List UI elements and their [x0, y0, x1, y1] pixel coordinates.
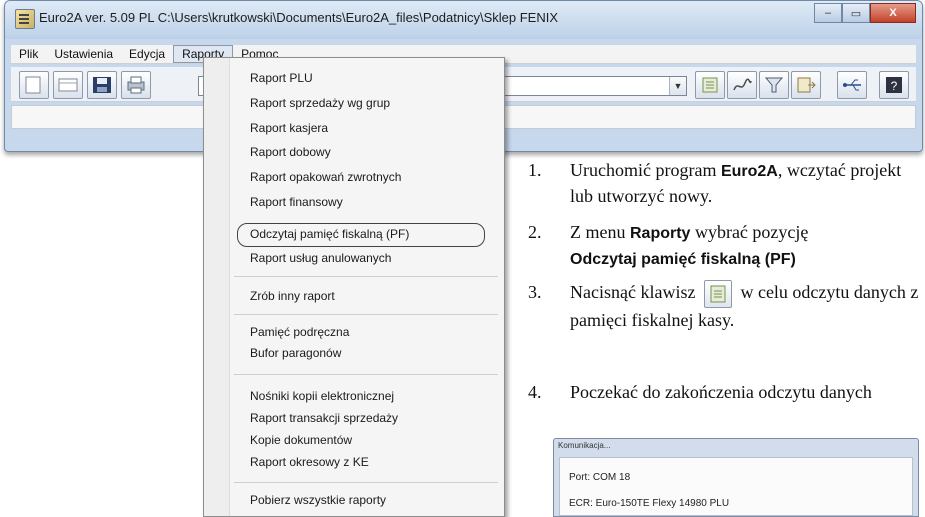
menu-separator	[234, 314, 498, 315]
close-button[interactable]: X	[870, 3, 916, 23]
export-icon[interactable]	[791, 71, 821, 99]
step-number: 4.	[528, 382, 542, 402]
dialog-port: Port: COM 18	[569, 472, 631, 483]
svg-text:?: ?	[891, 79, 898, 93]
menu-item-raport-finansowy[interactable]: Raport finansowy	[250, 192, 343, 212]
usb-icon[interactable]	[837, 71, 867, 99]
menu-item-raport-dobowy[interactable]: Raport dobowy	[250, 142, 331, 162]
menu-item-zrob-inny-raport[interactable]: Zrób inny raport	[250, 286, 335, 306]
read-fiscal-icon	[703, 280, 732, 308]
menu-separator	[234, 276, 498, 277]
step-number: 2.	[528, 222, 542, 242]
save-icon[interactable]	[87, 71, 117, 99]
new-file-icon[interactable]	[19, 71, 49, 99]
dialog-title: Komunikacja...	[558, 441, 611, 450]
title-bar: Euro2A ver. 5.09 PL C:\Users\krutkowski\…	[5, 1, 922, 39]
step-text: Uruchomić program Euro2A, wczytać projek…	[570, 160, 902, 206]
menu-item-raport-plu[interactable]: Raport PLU	[250, 68, 313, 88]
filter-icon[interactable]	[759, 71, 789, 99]
help-icon[interactable]: ?	[879, 71, 909, 99]
menu-item-pamiec-podreczna[interactable]: Pamięć podręczna	[250, 322, 349, 342]
step-number: 3.	[528, 282, 542, 302]
window-controls: – ▭ X	[814, 3, 916, 23]
raporty-dropdown-menu: Raport PLU Raport sprzedaży wg grup Rapo…	[203, 57, 505, 517]
communication-dialog: Komunikacja... Port: COM 18 ECR: Euro-15…	[553, 438, 919, 517]
menu-item-raport-transakcji-sprzedazy[interactable]: Raport transakcji sprzedaży	[250, 408, 398, 428]
menu-item-raport-opakowan-zwrotnych[interactable]: Raport opakowań zwrotnych	[250, 167, 401, 187]
menu-edycja[interactable]: Edycja	[121, 45, 173, 63]
menu-item-raport-kasjera[interactable]: Raport kasjera	[250, 118, 328, 138]
step-text: Poczekać do zakończenia odczytu danych	[570, 382, 872, 402]
dialog-body: Port: COM 18 ECR: Euro-150TE Flexy 14980…	[559, 457, 913, 516]
menu-item-raport-sprzedazy-wg-grup[interactable]: Raport sprzedaży wg grup	[250, 93, 390, 113]
menu-item-bufor-paragonow[interactable]: Bufor paragonów	[250, 343, 341, 363]
menu-item-odczytaj-pamiec-fiskalna[interactable]: Odczytaj pamięć fiskalną (PF)	[250, 224, 409, 244]
toolbar-combo-right[interactable]: ▼	[495, 76, 687, 96]
maximize-button[interactable]: ▭	[842, 3, 870, 23]
menu-plik[interactable]: Plik	[11, 45, 46, 63]
window-title: Euro2A ver. 5.09 PL C:\Users\krutkowski\…	[39, 10, 559, 25]
step-text: Z menu Raporty wybrać pozycję Odczytaj p…	[570, 222, 809, 268]
menu-gutter	[204, 58, 230, 516]
app-icon	[15, 9, 35, 29]
menu-ustawienia[interactable]: Ustawienia	[46, 45, 121, 63]
read-fiscal-icon[interactable]	[695, 71, 725, 99]
menu-item-raport-okresowy-z-ke[interactable]: Raport okresowy z KE	[250, 452, 369, 472]
menu-separator	[234, 482, 498, 483]
menu-separator	[234, 374, 498, 375]
menu-item-pobierz-wszystkie-raporty[interactable]: Pobierz wszystkie raporty	[250, 490, 386, 510]
signature-icon[interactable]	[727, 71, 757, 99]
minimize-button[interactable]: –	[814, 3, 842, 23]
menu-item-nosniki-kopii-elektronicznej[interactable]: Nośniki kopii elektronicznej	[250, 386, 394, 406]
menu-item-raport-uslug-anulowanych[interactable]: Raport usług anulowanych	[250, 248, 391, 268]
menu-item-kopie-dokumentow[interactable]: Kopie dokumentów	[250, 430, 352, 450]
print-icon[interactable]	[121, 71, 151, 99]
dialog-ecr: ECR: Euro-150TE Flexy 14980 PLU	[569, 498, 730, 509]
step-text: Nacisnąć klawisz w celu odczytu danych z…	[570, 280, 920, 332]
chevron-down-icon[interactable]: ▼	[669, 77, 686, 95]
step-number: 1.	[528, 160, 542, 180]
blank-doc-icon[interactable]	[53, 71, 83, 99]
